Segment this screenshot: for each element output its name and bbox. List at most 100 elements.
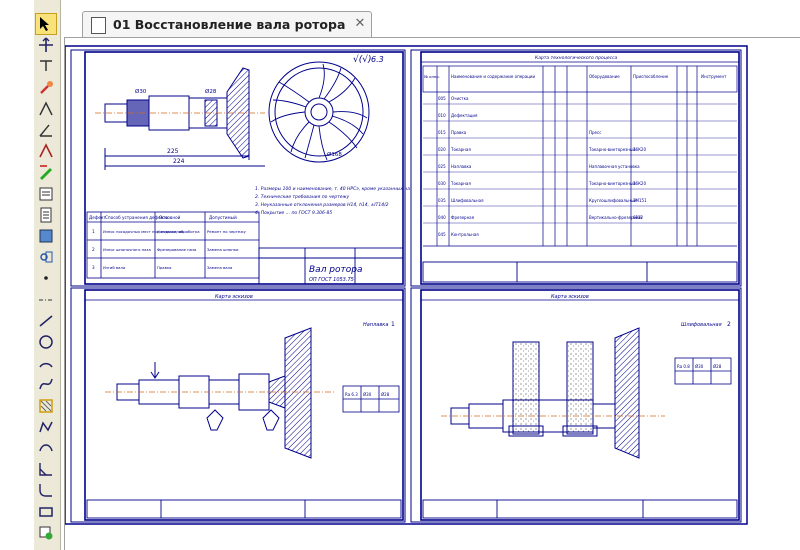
pan-icon[interactable] — [36, 35, 56, 55]
surface-finish-mark: √(√) — [353, 54, 372, 65]
note-4: 4. Покрытие ... по ГОСТ 9.306-85 — [255, 210, 332, 216]
sheet1-doc-number: ОП ГОСТ 1053.75 — [309, 277, 354, 283]
process-row-7-model: 3М151 — [633, 198, 647, 203]
process-row-5-eq: Наплавочная установка — [589, 164, 640, 169]
defect-row-1-num: 1 — [92, 229, 95, 234]
process-header-operation: Наименование и содержание операции — [451, 74, 535, 79]
defect-row-3-defect: Изгиб вала — [103, 265, 125, 270]
rectangle-icon[interactable] — [36, 502, 56, 522]
bezier-icon[interactable] — [36, 438, 56, 458]
close-tab-icon[interactable]: ✕ — [355, 16, 366, 31]
note-1: 1. Размеры 100 и наименование, т. 40 НРС… — [255, 186, 432, 192]
sheet2-title: Карта технологического процесса — [535, 55, 618, 61]
sheet4-caption: Шлифовальная — [681, 322, 722, 328]
sheet4-title: Карта эскизов — [551, 294, 589, 300]
line-icon[interactable] — [36, 311, 56, 331]
document-tab-bar: 01 Восстановление вала ротора ✕ — [64, 7, 800, 38]
defect-table-header-1: Дефект — [89, 215, 107, 220]
defect-row-1-method: Наплавка, обработка — [157, 229, 200, 234]
process-header-num: № опер. — [424, 74, 440, 79]
process-row-7-num: 035 — [438, 198, 446, 203]
note-2: 2. Технические требования по чертежу — [255, 194, 350, 200]
process-row-9-op: Контрольная — [451, 232, 479, 237]
process-row-6-model: 16К20 — [633, 181, 646, 186]
sheet-1-assembly-drawing: √(√) 6.3 225 224 Ø30 Ø28 Ø168 1. Размеры… — [70, 49, 432, 287]
document-tab-title: 01 Восстановление вала ротора — [113, 17, 346, 32]
document-tab[interactable]: 01 Восстановление вала ротора ✕ — [82, 11, 373, 37]
process-row-5-num: 025 — [438, 164, 446, 169]
defect-row-3-alt: Замена вала — [207, 265, 232, 270]
drawing-canvas[interactable]: √(√) 6.3 225 224 Ø30 Ø28 Ø168 1. Размеры… — [64, 38, 800, 550]
defect-row-2-alt: Замена шпонки — [207, 247, 239, 252]
sheet3-caption: Наплавка — [363, 322, 388, 328]
report-icon[interactable] — [36, 205, 56, 225]
sheet3-tol-1: Ra 6.3 — [345, 392, 358, 397]
process-row-8-num: 040 — [438, 215, 446, 220]
drawing-doc-icon — [91, 17, 106, 34]
sheet3-tol-2: Ø30 — [363, 392, 372, 397]
sheet4-tol-3: Ø28 — [713, 364, 722, 369]
process-row-3-eq: Пресс — [589, 130, 601, 135]
dimension-icon[interactable] — [36, 99, 56, 119]
sheet-3-sketch-card: Карта эскизов Наплавка 1 Ra 6.3 Ø30 Ø28 — [70, 287, 406, 523]
view-icon[interactable] — [36, 226, 56, 246]
chamfer-icon[interactable] — [36, 459, 56, 479]
process-header-tool: Инструмент — [701, 74, 727, 79]
vertex-icon[interactable] — [36, 141, 56, 161]
drawing-sheets: √(√) 6.3 225 224 Ø30 Ø28 Ø168 1. Размеры… — [65, 45, 748, 525]
sheet3-tol-3: Ø28 — [381, 392, 390, 397]
process-row-7-eq: Круглошлифовальный — [589, 198, 637, 203]
sheet4-tol-2: Ø30 — [695, 364, 704, 369]
axis-icon[interactable] — [36, 290, 56, 310]
process-row-4-model: 16К20 — [633, 147, 646, 152]
process-row-1-num: 005 — [438, 96, 446, 101]
dim-d30: Ø30 — [135, 88, 147, 95]
library-icon[interactable] — [36, 247, 56, 267]
process-row-3-num: 015 — [438, 130, 446, 135]
note-3: 3. Неуказанные отклонения размеров Н14, … — [255, 202, 389, 208]
select-icon[interactable] — [35, 13, 57, 35]
process-row-6-num: 030 — [438, 181, 446, 186]
polyline-icon[interactable] — [36, 417, 56, 437]
macro-icon[interactable] — [36, 523, 56, 543]
process-row-8-op: Фрезерная — [451, 215, 475, 220]
defect-row-2-num: 2 — [92, 247, 95, 252]
fillet-icon[interactable] — [36, 480, 56, 500]
surface-finish-value: 6.3 — [371, 55, 384, 64]
sheet3-stamp: 1 — [391, 321, 395, 328]
process-header-fixture: Приспособление — [633, 74, 669, 79]
distance-icon[interactable] — [36, 56, 56, 76]
arc-icon[interactable] — [36, 353, 56, 373]
process-row-4-op: Токарная — [450, 147, 471, 152]
defect-row-3-num: 3 — [92, 265, 95, 270]
process-row-9-num: 045 — [438, 232, 446, 237]
dim-224: 224 — [173, 158, 185, 165]
sheet4-stamp: 2 — [727, 321, 731, 328]
hatch-icon[interactable] — [36, 396, 56, 416]
sheet4-tol-1: Ra 0.8 — [677, 364, 690, 369]
dim-225: 225 — [167, 148, 179, 155]
defect-row-2-defect: Износ шпоночного паза — [103, 247, 151, 252]
sheet1-title: Вал ротора — [309, 265, 363, 275]
sheet3-title: Карта эскизов — [215, 294, 253, 300]
drawing-toolbar — [34, 0, 61, 550]
defect-table-header-4: Допустимый — [209, 215, 237, 220]
process-row-8-model: 6Р12 — [633, 215, 644, 220]
spline-icon[interactable] — [36, 374, 56, 394]
process-row-5-op: Наплавка — [451, 164, 472, 169]
wrench-icon[interactable] — [36, 78, 56, 98]
circle-icon[interactable] — [36, 332, 56, 352]
process-header-equipment: Оборудование — [589, 74, 620, 79]
process-row-4-eq: Токарно-винторезный — [588, 147, 636, 152]
dim-d168: Ø168 — [327, 151, 342, 158]
point-icon[interactable] — [36, 268, 56, 288]
process-row-7-op: Шлифовальная — [451, 198, 484, 203]
dim-d28: Ø28 — [205, 88, 217, 95]
spec-icon[interactable] — [36, 184, 56, 204]
process-row-2-op: Дефектация — [451, 113, 478, 118]
process-row-4-num: 020 — [438, 147, 446, 152]
defect-table-header-3: Основной — [159, 215, 181, 220]
defect-row-3-method: Правка — [157, 265, 171, 270]
edit-icon[interactable] — [36, 162, 56, 182]
measure-angle-icon[interactable] — [36, 120, 56, 140]
